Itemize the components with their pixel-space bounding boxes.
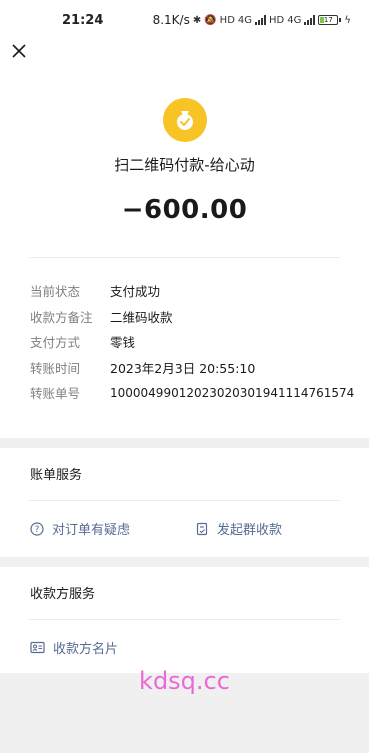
- detail-value: 二维码收款: [110, 309, 173, 325]
- hd-icon-2: HD: [269, 14, 285, 26]
- payment-summary: 扫二维码付款-给心动 −600.00: [0, 98, 369, 225]
- watermark: kdsq.cc: [139, 667, 230, 695]
- battery-level: 17: [323, 16, 333, 24]
- detail-row-order-no: 转账单号 10000499012023020301941114761574: [30, 380, 369, 406]
- section-gap: [0, 556, 369, 567]
- detail-value: 2023年2月3日 20:55:10: [110, 360, 256, 376]
- order-query-label: 对订单有疑虑: [52, 523, 131, 538]
- svg-text:?: ?: [35, 525, 40, 535]
- detail-value: 支付成功: [110, 284, 161, 300]
- payment-title: 扫二维码付款-给心动: [114, 156, 255, 174]
- sim2-type: 4G: [287, 14, 302, 26]
- top-nav: [0, 40, 369, 68]
- status-icons: 8.1K/s ✱ 🔕 HD 4G HD 4G 17 ϟ: [153, 13, 351, 27]
- payee-services-title: 收款方服务: [30, 587, 96, 602]
- detail-value[interactable]: 10000499012023020301941114761574: [110, 386, 354, 400]
- detail-value: 零钱: [110, 335, 136, 351]
- group-collect-link[interactable]: 发起群收款: [195, 519, 282, 538]
- sim1-type: 4G: [237, 14, 253, 26]
- bill-services-title: 账单服务: [30, 468, 83, 483]
- hd-icon: HD: [219, 14, 235, 26]
- group-collect-label: 发起群收款: [217, 523, 283, 538]
- mute-icon: 🔕: [204, 14, 217, 26]
- charging-icon: ϟ: [344, 14, 351, 26]
- battery-icon: 17: [318, 15, 342, 25]
- detail-row-time: 转账时间 2023年2月3日 20:55:10: [30, 355, 369, 381]
- order-query-link[interactable]: ? 对订单有疑虑: [30, 519, 130, 538]
- status-bar: 21:24 8.1K/s ✱ 🔕 HD 4G HD 4G 17 ϟ: [0, 0, 369, 40]
- payee-services-section: 收款方服务 收款方名片: [0, 566, 369, 676]
- business-card-icon: [30, 641, 45, 654]
- network-speed: 8.1K/s: [152, 13, 190, 27]
- signal-1-icon: [255, 15, 267, 25]
- section-gap: [0, 437, 369, 448]
- close-icon[interactable]: [10, 42, 28, 60]
- detail-row-method: 支付方式 零钱: [30, 329, 369, 355]
- detail-row-remark: 收款方备注 二维码收款: [30, 304, 369, 330]
- signal-2-icon: [304, 15, 316, 25]
- detail-row-status: 当前状态 支付成功: [30, 278, 369, 304]
- detail-key: 转账单号: [30, 386, 81, 402]
- detail-key: 当前状态: [30, 284, 81, 300]
- detail-key: 收款方备注: [30, 309, 93, 325]
- payment-amount: −600.00: [121, 195, 248, 225]
- detail-key: 转账时间: [30, 360, 81, 376]
- bill-services-section: 账单服务 ? 对订单有疑虑 发起群收款: [0, 447, 369, 557]
- status-time: 21:24: [62, 12, 104, 28]
- payee-card-link[interactable]: 收款方名片: [30, 638, 118, 657]
- group-receipt-icon: [196, 522, 208, 535]
- bill-services-links: ? 对订单有疑虑 发起群收款: [0, 501, 369, 557]
- question-icon: ?: [30, 521, 44, 536]
- detail-list: 当前状态 支付成功 收款方备注 二维码收款 支付方式 零钱 转账时间 2023年…: [0, 278, 369, 406]
- detail-key: 支付方式: [30, 335, 81, 351]
- payee-card-label: 收款方名片: [53, 642, 119, 657]
- coin-bag-icon: [162, 98, 207, 142]
- divider: [29, 257, 340, 258]
- bluetooth-icon: ✱: [192, 14, 202, 26]
